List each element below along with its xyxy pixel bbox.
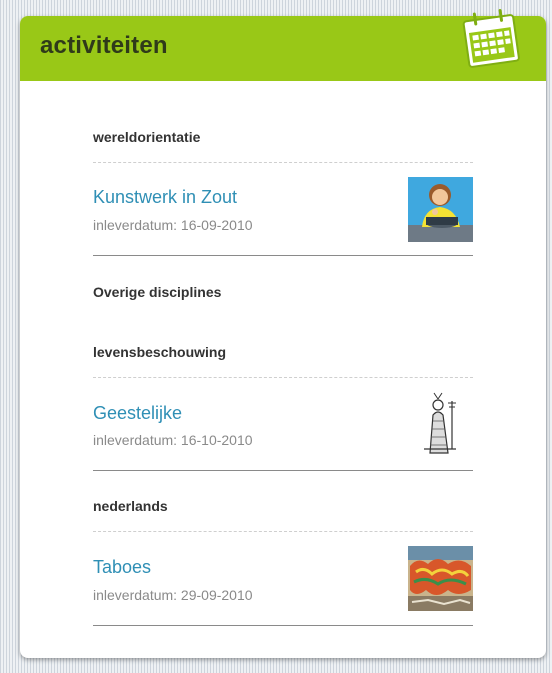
activity-divider bbox=[93, 470, 473, 471]
activity-due-date: inleverdatum: 16-09-2010 bbox=[93, 217, 253, 233]
activity-thumbnail[interactable] bbox=[408, 546, 473, 611]
calendar-icon bbox=[462, 8, 520, 68]
section-heading-overige-disciplines: Overige disciplines bbox=[93, 284, 222, 300]
activity-link-kunstwerk-in-zout[interactable]: Kunstwerk in Zout bbox=[93, 187, 237, 208]
cooking-illustration bbox=[408, 177, 473, 242]
graffiti-image bbox=[408, 546, 473, 611]
activities-widget: activiteiten wereldorientatie Kunstwerk … bbox=[20, 8, 546, 658]
section-divider bbox=[93, 377, 473, 378]
activity-link-geestelijke[interactable]: Geestelijke bbox=[93, 403, 182, 424]
religious-figure-engraving bbox=[408, 391, 473, 456]
activity-link-taboes[interactable]: Taboes bbox=[93, 557, 151, 578]
widget-title: activiteiten bbox=[40, 32, 168, 59]
section-divider bbox=[93, 531, 473, 532]
section-heading-nederlands: nederlands bbox=[93, 498, 168, 514]
activity-divider bbox=[93, 625, 473, 626]
activity-due-date: inleverdatum: 16-10-2010 bbox=[93, 432, 253, 448]
activity-thumbnail[interactable] bbox=[408, 177, 473, 242]
activity-divider bbox=[93, 255, 473, 256]
activity-due-date: inleverdatum: 29-09-2010 bbox=[93, 587, 253, 603]
section-heading-levensbeschouwing: levensbeschouwing bbox=[93, 344, 227, 360]
section-divider bbox=[93, 162, 473, 163]
activity-thumbnail[interactable] bbox=[408, 391, 473, 456]
section-heading-wereldorientatie: wereldorientatie bbox=[93, 129, 201, 145]
